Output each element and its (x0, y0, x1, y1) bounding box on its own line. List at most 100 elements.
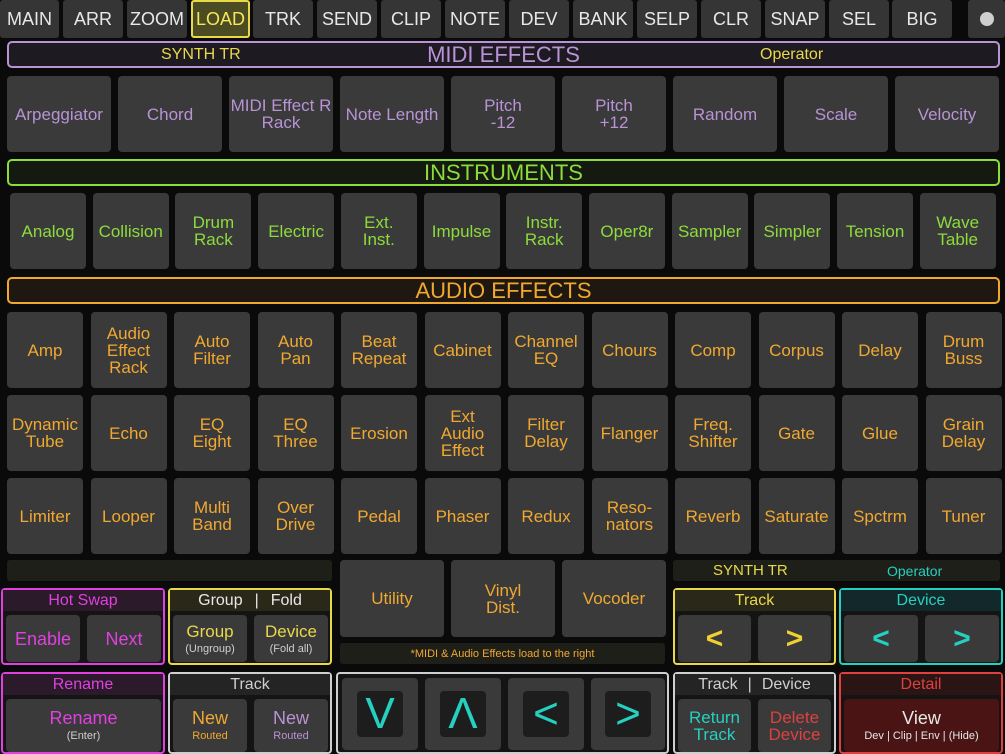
nav-tab-clip[interactable]: CLIP (381, 0, 441, 38)
midi-effect-arpeggiator[interactable]: Arpeggiator (7, 76, 111, 152)
instrument-instr-rack[interactable]: Instr. Rack (506, 193, 583, 269)
audio-effect-amp[interactable]: Amp (7, 312, 83, 388)
audio-effect-delay[interactable]: Delay (842, 312, 918, 388)
nav-tab-big[interactable]: BIG (892, 0, 952, 38)
down-arrow-button[interactable]: V (342, 678, 418, 750)
audio-effect-vinyl-dist[interactable]: Vinyl Dist. (451, 560, 555, 637)
audio-effect-gate[interactable]: Gate (758, 395, 835, 471)
nav-tab-snap[interactable]: SNAP (765, 0, 825, 38)
instrument-ext-inst[interactable]: Ext. Inst. (340, 193, 417, 269)
audio-effect-grain-delay[interactable]: Grain Delay (925, 395, 1002, 471)
audio-effect-channel-eq[interactable]: Channel EQ (508, 312, 584, 388)
audio-effect-auto-pan[interactable]: Auto Pan (257, 312, 334, 388)
nav-tab-zoom[interactable]: ZOOM (127, 0, 187, 38)
midi-effect-pitch-12[interactable]: Pitch -12 (451, 76, 555, 152)
audio-effect-reso-nators[interactable]: Reso- nators (591, 478, 668, 554)
nav-tab-main[interactable]: MAIN (0, 0, 59, 38)
device-prev-button[interactable]: < (844, 615, 918, 662)
nav-tab-arr[interactable]: ARR (63, 0, 123, 38)
audio-effect-over-drive[interactable]: Over Drive (257, 478, 334, 554)
audio-effect-limiter[interactable]: Limiter (7, 478, 83, 554)
midi-effect-random[interactable]: Random (673, 76, 777, 152)
audio-effect-echo[interactable]: Echo (90, 395, 167, 471)
nav-tab-send[interactable]: SEND (317, 0, 377, 38)
nav-tab-trk[interactable]: TRK (253, 0, 313, 38)
instrument-collision[interactable]: Collision (92, 193, 169, 269)
audio-effect-dynamic-tube[interactable]: Dynamic Tube (7, 395, 83, 471)
audio-effect-eq-three[interactable]: EQ Three (257, 395, 334, 471)
detail-view-button[interactable]: View Dev | Clip | Env | (Hide) (844, 699, 999, 752)
midi-effect-chord[interactable]: Chord (118, 76, 222, 152)
midi-effect-midi-effect-r-rack[interactable]: MIDI Effect R Rack (229, 76, 333, 152)
nav-tab-clr[interactable]: CLR (701, 0, 761, 38)
audio-effect-looper[interactable]: Looper (90, 478, 167, 554)
right-arrow-button[interactable]: > (591, 678, 665, 750)
up-arrow-button[interactable]: Λ (425, 678, 501, 750)
track-new-panel: Track New Routed New Routed (168, 672, 332, 754)
audio-effect-comp[interactable]: Comp (675, 312, 751, 388)
track-device-title: Track | Device (675, 674, 834, 695)
instrument-sampler[interactable]: Sampler (671, 193, 748, 269)
instrument-simpler[interactable]: Simpler (754, 193, 831, 269)
rename-button[interactable]: Rename (Enter) (6, 699, 161, 752)
midi-effect-pitch-12[interactable]: Pitch +12 (562, 76, 666, 152)
midi-effect-scale[interactable]: Scale (784, 76, 888, 152)
audio-effect-redux[interactable]: Redux (508, 478, 584, 554)
hot-swap-enable-button[interactable]: Enable (6, 615, 80, 662)
nav-tab-bank[interactable]: BANK (573, 0, 633, 38)
audio-effect-corpus[interactable]: Corpus (758, 312, 835, 388)
audio-effect-spctrm[interactable]: Spctrm (842, 478, 918, 554)
audio-effect-phaser[interactable]: Phaser (424, 478, 501, 554)
settings-dot-button[interactable] (968, 0, 1005, 38)
device-next-button[interactable]: > (925, 615, 999, 662)
instrument-electric[interactable]: Electric (258, 193, 335, 269)
audio-effect-flanger[interactable]: Flanger (591, 395, 668, 471)
audio-effect-filter-delay[interactable]: Filter Delay (508, 395, 584, 471)
track-prev-button[interactable]: < (678, 615, 751, 662)
track-next-button[interactable]: > (758, 615, 831, 662)
audio-effect-pedal[interactable]: Pedal (341, 478, 417, 554)
audio-effect-tuner[interactable]: Tuner (925, 478, 1002, 554)
audio-effect-utility[interactable]: Utility (340, 560, 444, 637)
audio-effect-freq-shifter[interactable]: Freq. Shifter (675, 395, 751, 471)
instrument-wave-table[interactable]: Wave Table (919, 193, 996, 269)
audio-effect-chours[interactable]: Chours (591, 312, 668, 388)
nav-tab-dev[interactable]: DEV (509, 0, 569, 38)
return-track-button[interactable]: Return Track (678, 699, 751, 752)
nav-tab-note[interactable]: NOTE (445, 0, 505, 38)
instrument-drum-rack[interactable]: Drum Rack (175, 193, 252, 269)
empty-slot-bar (7, 560, 332, 581)
new-midi-track-button[interactable]: New Routed (254, 699, 328, 752)
group-button[interactable]: Group (Ungroup) (173, 615, 247, 662)
audio-effect-glue[interactable]: Glue (842, 395, 918, 471)
nav-tab-sel[interactable]: SEL (829, 0, 889, 38)
midi-effect-velocity[interactable]: Velocity (895, 76, 999, 152)
audio-effect-reverb[interactable]: Reverb (675, 478, 751, 554)
audio-effect-audio-effect-rack[interactable]: Audio Effect Rack (90, 312, 167, 388)
midi-effect-note-length[interactable]: Note Length (340, 76, 444, 152)
audio-effect-saturate[interactable]: Saturate (758, 478, 835, 554)
instrument-analog[interactable]: Analog (10, 193, 86, 269)
audio-effect-vocoder[interactable]: Vocoder (562, 560, 666, 637)
rename-sub: (Enter) (66, 730, 101, 742)
audio-effect-beat-repeat[interactable]: Beat Repeat (341, 312, 417, 388)
instrument-oper8r[interactable]: Oper8r (588, 193, 665, 269)
audio-effect-ext-audio-effect[interactable]: Ext Audio Effect (424, 395, 501, 471)
audio-effect-cabinet[interactable]: Cabinet (424, 312, 501, 388)
audio-effect-multi-band[interactable]: Multi Band (174, 478, 250, 554)
audio-effect-drum-buss[interactable]: Drum Buss (925, 312, 1002, 388)
nav-tab-load[interactable]: LOAD (191, 0, 250, 38)
fold-title: Fold (270, 591, 302, 609)
instrument-tension[interactable]: Tension (837, 193, 913, 269)
instrument-impulse[interactable]: Impulse (423, 193, 500, 269)
hot-swap-next-button[interactable]: Next (87, 615, 161, 662)
track-device-panel: Track | Device Return Track Delete Devic… (673, 672, 836, 754)
nav-tab-selp[interactable]: SELP (637, 0, 697, 38)
audio-effect-erosion[interactable]: Erosion (341, 395, 417, 471)
new-audio-track-button[interactable]: New Routed (173, 699, 247, 752)
audio-effect-auto-filter[interactable]: Auto Filter (174, 312, 250, 388)
left-arrow-button[interactable]: < (508, 678, 584, 750)
audio-effect-eq-eight[interactable]: EQ Eight (174, 395, 250, 471)
delete-device-button[interactable]: Delete Device (758, 699, 831, 752)
fold-device-button[interactable]: Device (Fold all) (254, 615, 328, 662)
